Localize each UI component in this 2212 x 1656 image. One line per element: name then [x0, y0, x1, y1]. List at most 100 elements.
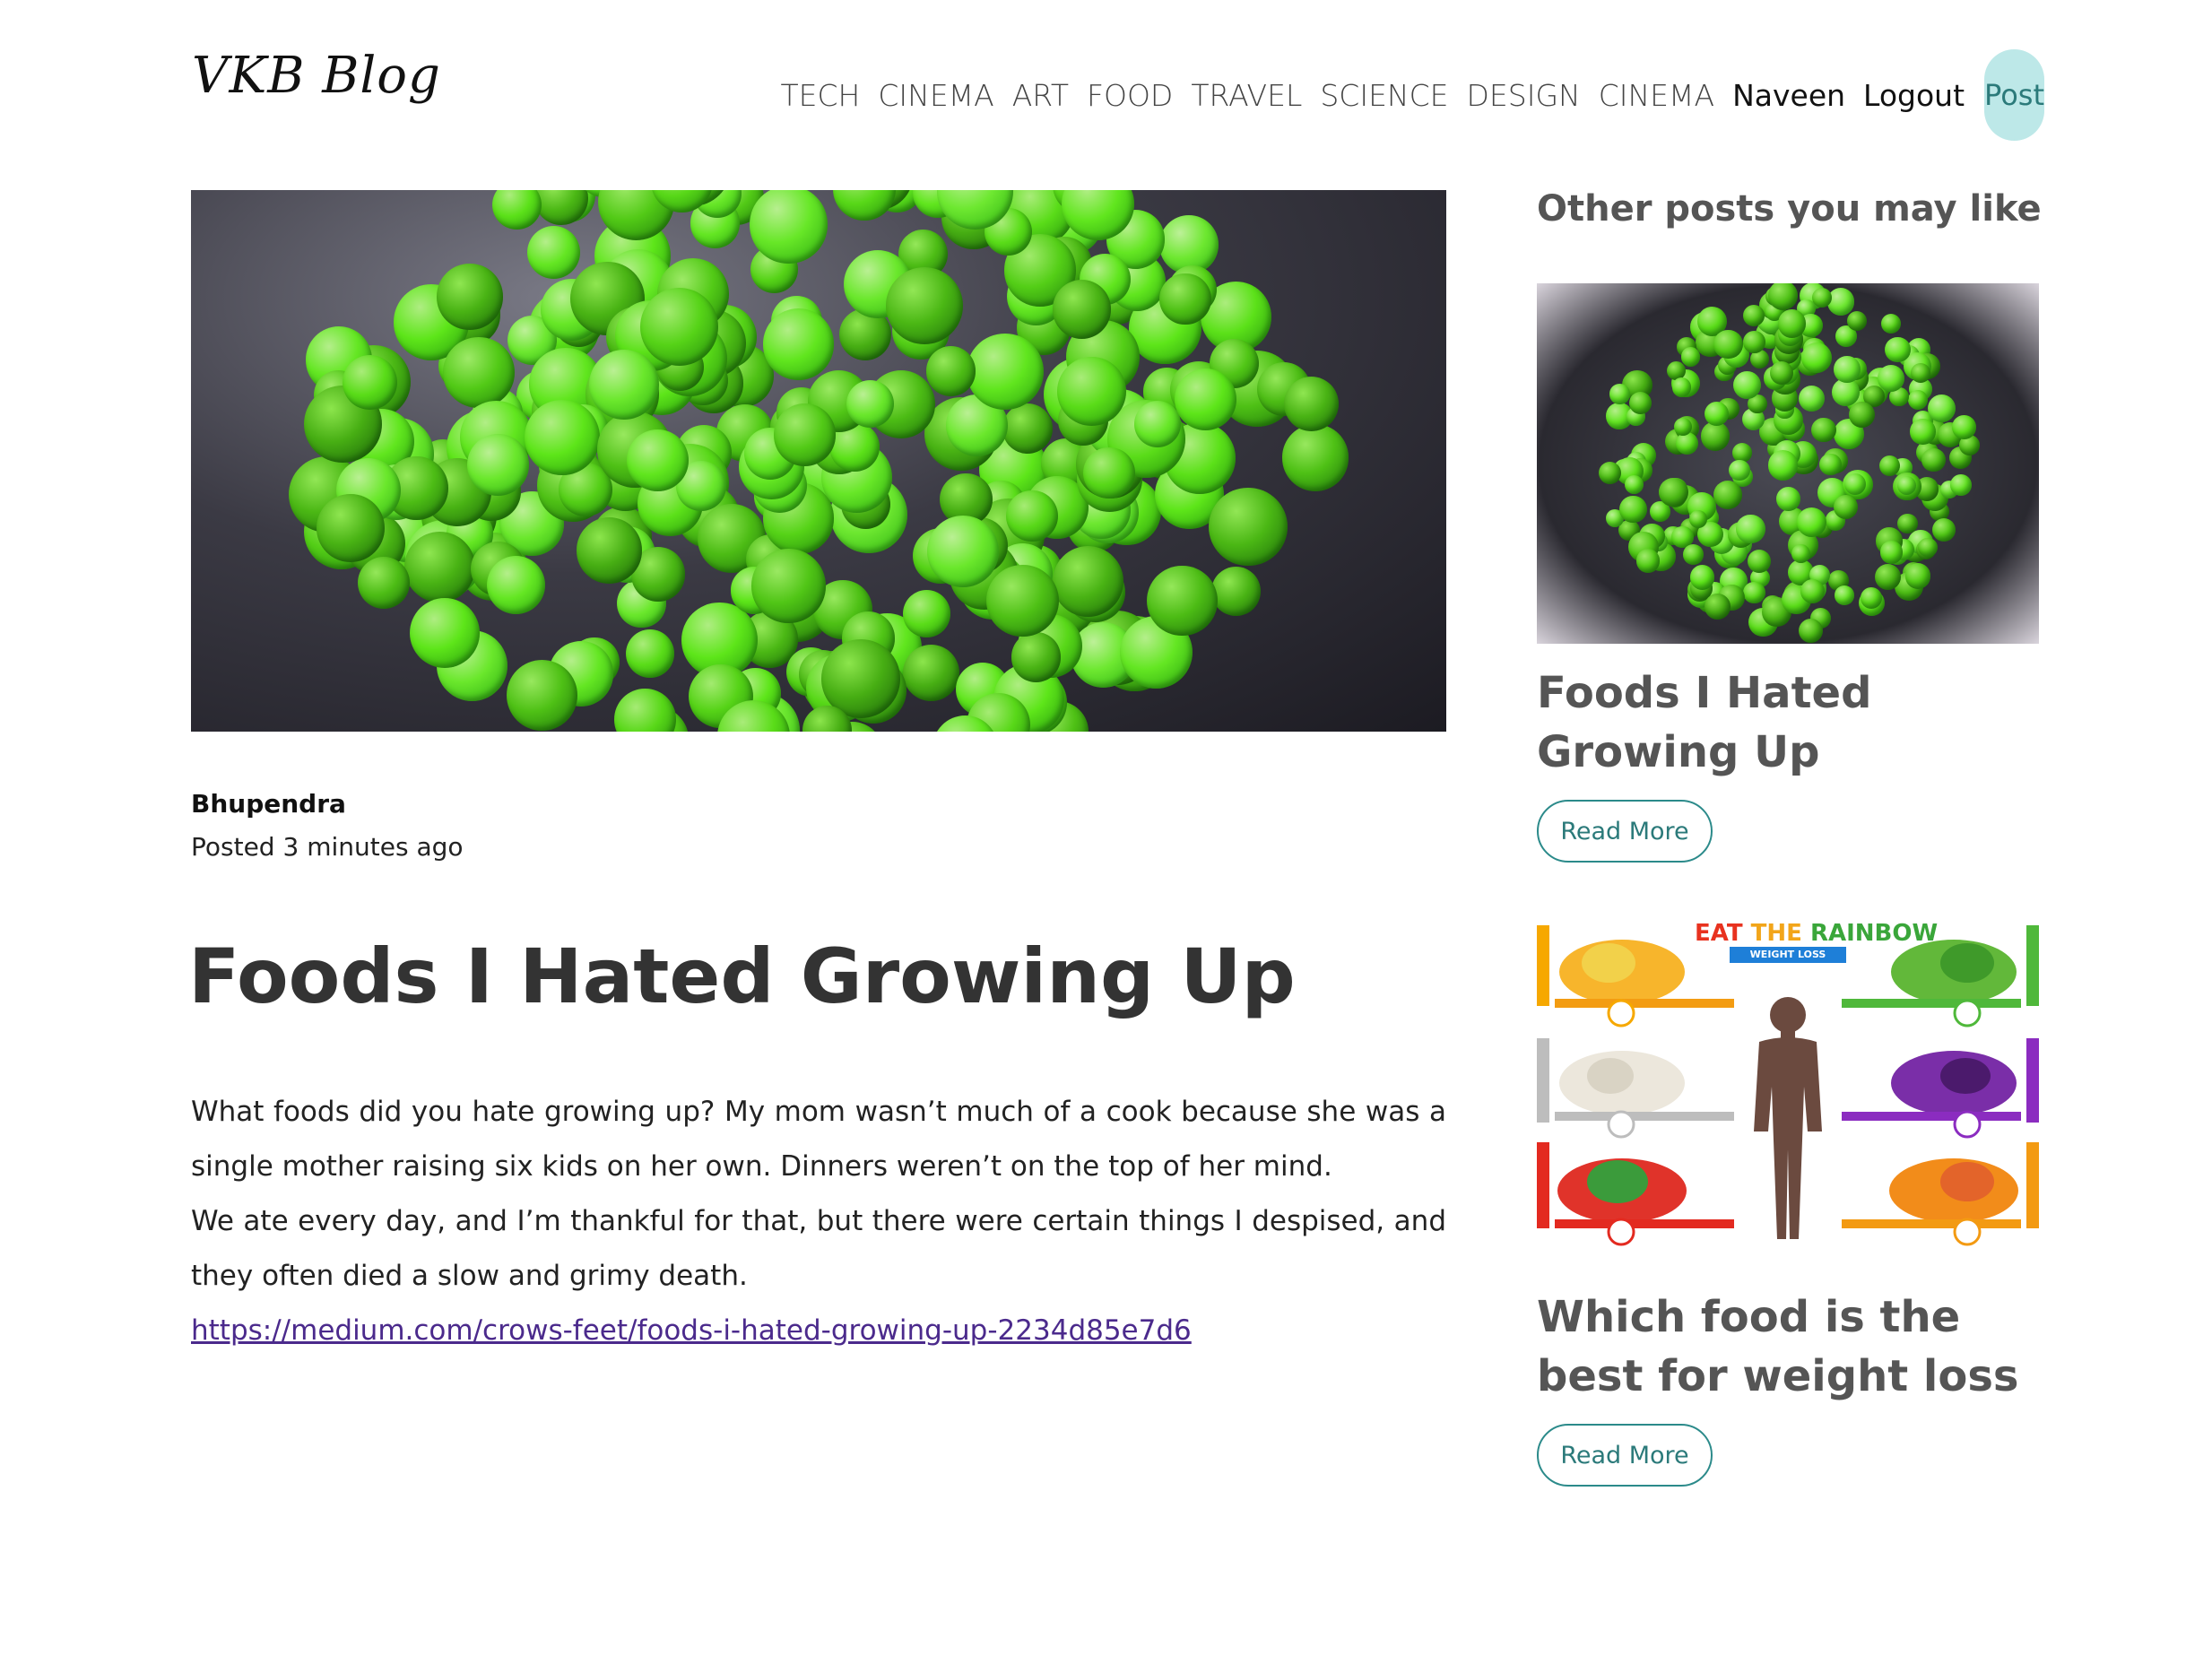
pea-shape — [1811, 417, 1836, 443]
pea-shape — [1826, 287, 1855, 316]
pea-shape — [403, 531, 476, 603]
pea-shape — [525, 400, 600, 475]
pea-shape — [1281, 424, 1349, 491]
pea-shape — [1609, 384, 1630, 404]
pea-shape — [1713, 480, 1743, 510]
pea-shape — [1624, 474, 1644, 494]
pea-shape — [1083, 447, 1135, 499]
pea-shape — [1879, 541, 1903, 564]
pea-shape — [1874, 563, 1902, 590]
pea-shape — [1689, 565, 1715, 590]
pea-shape — [902, 590, 950, 638]
pea-shape — [1801, 342, 1833, 374]
page: VKB Blog TECH CINEMA ART FOOD TRAVEL SCI… — [0, 0, 2212, 1656]
pea-shape — [1147, 565, 1219, 637]
sidebar-heading: Other posts you may like — [1537, 188, 2042, 230]
pea-shape — [1910, 419, 1936, 445]
pea-shape — [1011, 631, 1062, 682]
pea-shape — [506, 659, 577, 731]
read-more-button[interactable]: Read More — [1537, 800, 1713, 863]
pea-shape — [466, 433, 529, 496]
pea-shape — [1847, 310, 1868, 331]
nav-item-design[interactable]: DESIGN — [1467, 78, 1581, 113]
pea-shape — [1174, 368, 1236, 431]
source-link[interactable]: https://medium.com/crows-feet/foods-i-ha… — [191, 1304, 1446, 1358]
related-post-title[interactable]: Which food is the best for weight loss — [1537, 1288, 2057, 1406]
pea-shape — [1918, 537, 1938, 558]
pea-shape — [1775, 487, 1800, 511]
nav-item-cinema[interactable]: CINEMA — [878, 78, 993, 113]
related-post-thumbnail[interactable] — [1537, 283, 2039, 644]
pea-shape — [1672, 377, 1692, 397]
pea-shape — [1799, 618, 1824, 644]
pea-shape — [1777, 309, 1807, 338]
article-hero-image — [191, 190, 1446, 732]
pea-shape — [1896, 513, 1918, 534]
pea-shape — [1908, 389, 1929, 410]
pea-shape — [527, 225, 581, 279]
nav-user-link[interactable]: Naveen — [1732, 78, 1845, 113]
pea-shape — [1283, 376, 1340, 432]
pea-shape — [486, 555, 545, 614]
post-button[interactable]: Post — [1984, 49, 2044, 141]
pea-shape — [1885, 336, 1911, 363]
pea-shape — [1052, 545, 1124, 618]
nav-item-tech[interactable]: TECH — [780, 78, 860, 113]
pea-shape — [1210, 566, 1261, 616]
pea-shape — [614, 689, 676, 732]
pea-shape — [1208, 487, 1288, 567]
author-name: Bhupendra — [191, 789, 346, 819]
nav-item-travel[interactable]: TRAVEL — [1191, 78, 1302, 113]
pea-shape — [1832, 378, 1860, 406]
pea-shape — [750, 190, 828, 264]
article-paragraph: We ate every day, and I’m thankful for t… — [191, 1205, 1446, 1292]
pea-shape — [1881, 313, 1902, 334]
nav-item-food[interactable]: FOOD — [1087, 78, 1173, 113]
pea-shape — [1931, 518, 1956, 542]
nav-item-art[interactable]: ART — [1012, 78, 1069, 113]
posted-time: Posted 3 minutes ago — [191, 832, 464, 862]
pea-shape — [1635, 549, 1661, 573]
pea-shape — [773, 403, 836, 466]
pea-shape — [1911, 363, 1930, 383]
article-title: Foods I Hated Growing Up — [188, 932, 1296, 1020]
pea-shape — [1057, 356, 1127, 426]
rainbow-infographic — [1537, 925, 2039, 1246]
pea-shape — [1904, 563, 1931, 589]
nav-item-science[interactable]: SCIENCE — [1320, 78, 1448, 113]
main-nav: TECH CINEMA ART FOOD TRAVEL SCIENCE DESI… — [780, 48, 2044, 142]
logout-link[interactable]: Logout — [1863, 78, 1965, 113]
pea-shape — [1799, 385, 1826, 412]
article-paragraph: What foods did you hate growing up? My m… — [191, 1096, 1446, 1183]
pea-shape — [1700, 421, 1731, 451]
pea-shape — [626, 429, 689, 491]
pea-shape — [576, 517, 642, 584]
nav-item-cinema-2[interactable]: CINEMA — [1599, 78, 1714, 113]
pea-shape — [1680, 347, 1701, 367]
pea-shape — [1861, 586, 1883, 609]
pea-shape — [1159, 273, 1211, 325]
pea-shape — [410, 597, 481, 668]
pea-shape — [1002, 403, 1054, 455]
pea-shape — [1713, 329, 1743, 360]
pea-shape — [1833, 494, 1859, 520]
pea-shape — [1928, 394, 1956, 422]
pea-shape — [443, 336, 515, 409]
related-post-thumbnail[interactable]: EAT THE RAINBOW WEIGHT LOSS — [1537, 916, 2039, 1257]
pea-shape — [1659, 477, 1688, 507]
pea-shape — [1768, 450, 1799, 481]
pea-shape — [1952, 414, 1977, 439]
related-post-title[interactable]: Foods I Hated Growing Up — [1537, 663, 2057, 782]
pea-shape — [342, 354, 397, 410]
pea-shape — [589, 350, 659, 420]
pea-shape — [1728, 459, 1750, 481]
pea-shape — [1835, 585, 1854, 605]
pea-shape — [751, 549, 826, 623]
pea-shape — [1921, 447, 1946, 473]
read-more-button[interactable]: Read More — [1537, 1424, 1713, 1487]
pea-shape — [639, 287, 719, 367]
pea-shape — [967, 333, 1044, 411]
pea-shape — [832, 190, 896, 221]
pea-shape — [316, 494, 385, 562]
site-logo[interactable]: VKB Blog — [192, 47, 441, 105]
